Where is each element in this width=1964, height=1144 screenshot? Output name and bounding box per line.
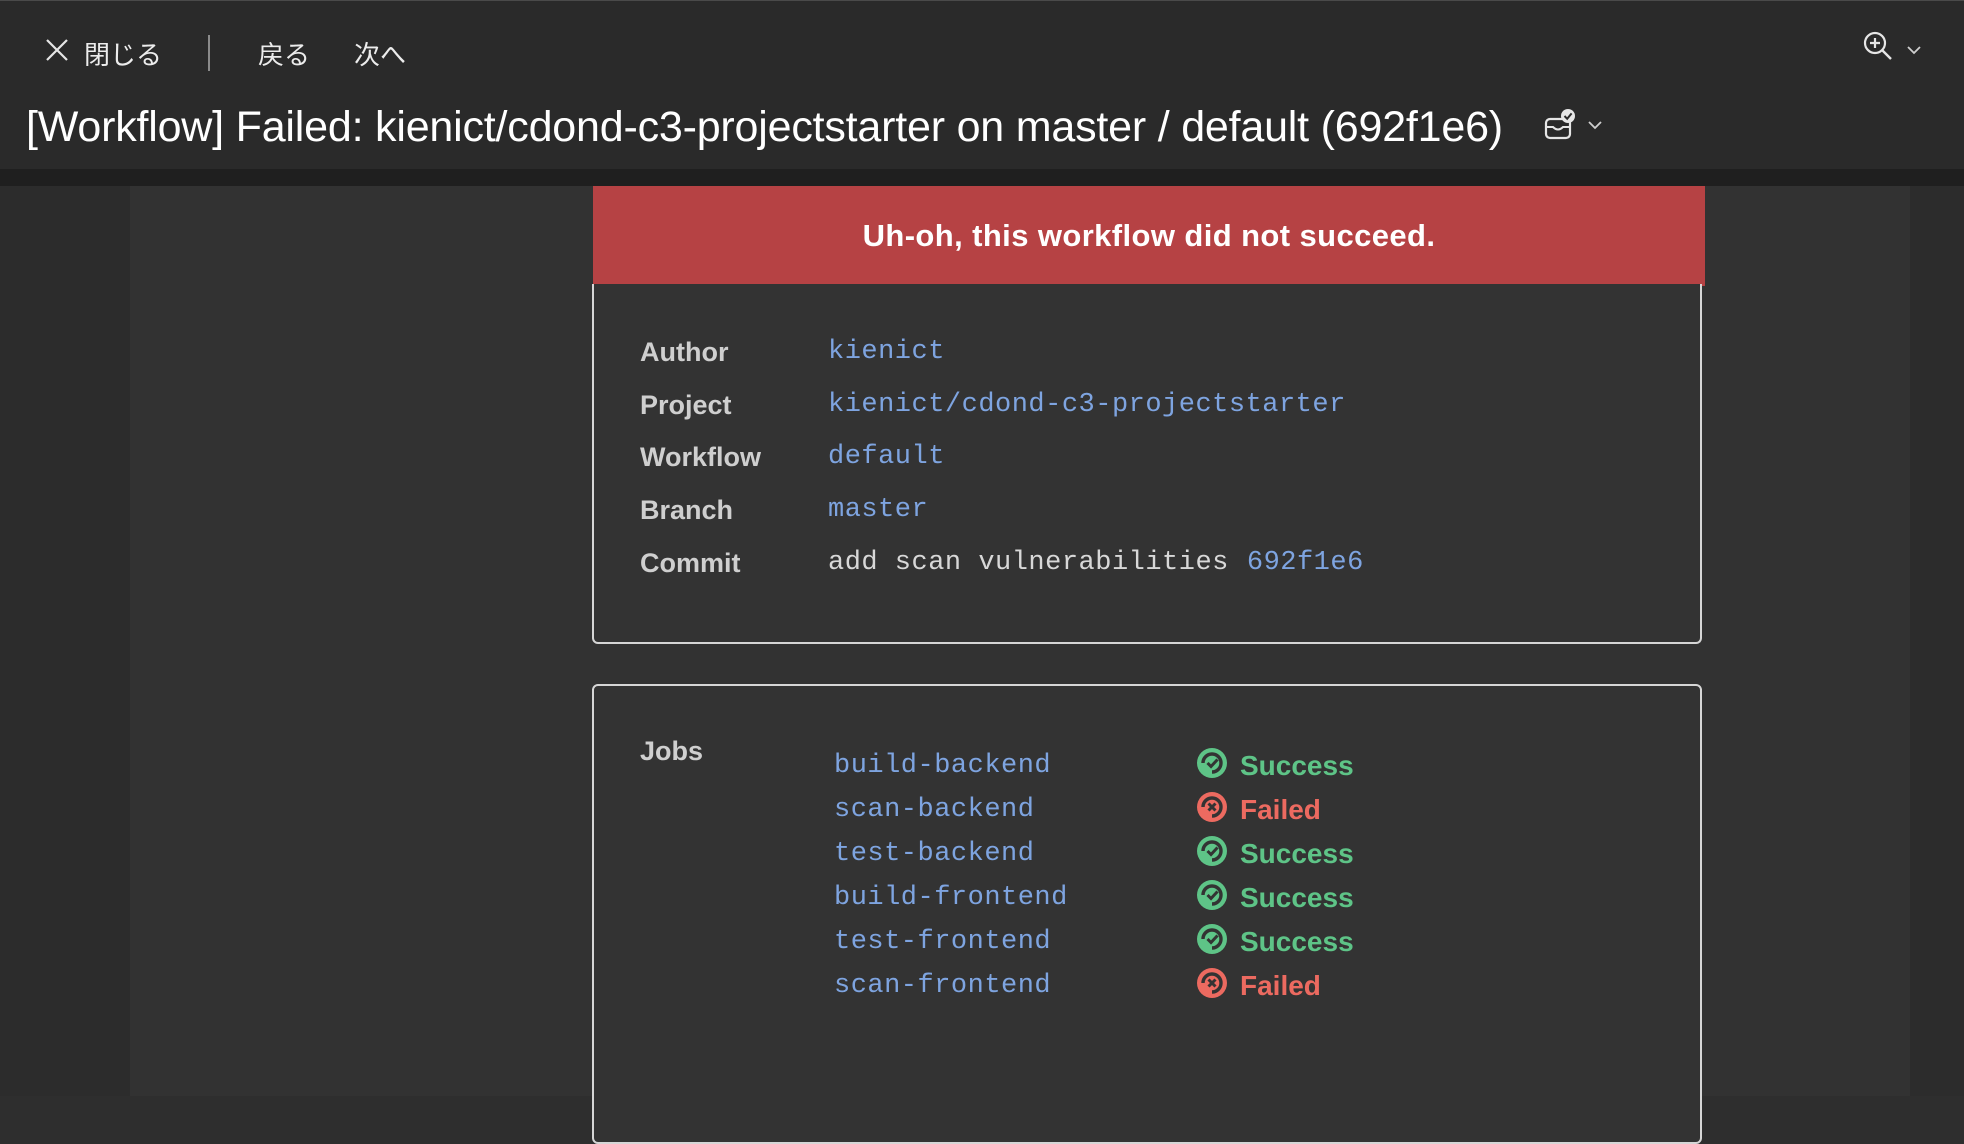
branch-link[interactable]: master — [828, 495, 928, 525]
jobs-label: Jobs — [640, 736, 704, 766]
success-icon — [1196, 747, 1240, 786]
job-link[interactable]: build-frontend — [834, 883, 1196, 913]
project-link[interactable]: kienict/cdond-c3-projectstarter — [828, 390, 1346, 420]
job-status-label: Failed — [1240, 794, 1321, 825]
workflow-link[interactable]: default — [828, 442, 945, 472]
toolbar-divider — [208, 35, 210, 71]
job-link[interactable]: test-backend — [834, 839, 1196, 869]
job-link[interactable]: scan-frontend — [834, 971, 1196, 1001]
zoom-button[interactable] — [1862, 27, 1922, 71]
success-icon — [1196, 835, 1240, 874]
jobs-card: Jobs build-backend Success scan-backend … — [592, 684, 1702, 1144]
flag-button[interactable] — [1543, 108, 1603, 147]
job-status: Success — [1196, 923, 1354, 962]
job-link[interactable]: test-frontend — [834, 927, 1196, 957]
job-status-label: Success — [1240, 882, 1354, 913]
author-label: Author — [640, 336, 729, 367]
job-row: test-frontend Success — [834, 920, 1354, 964]
author-link[interactable]: kienict — [828, 337, 945, 367]
branch-row: Branch master — [640, 488, 928, 532]
job-status: Success — [1196, 747, 1354, 786]
job-status: Failed — [1196, 967, 1321, 1006]
header-shadow — [0, 169, 1964, 187]
job-status: Failed — [1196, 791, 1321, 830]
failure-banner: Uh-oh, this workflow did not succeed. — [593, 186, 1705, 286]
commit-hash-link[interactable]: 692f1e6 — [1247, 548, 1364, 578]
next-button[interactable]: 次へ — [354, 31, 406, 75]
job-status-label: Success — [1240, 838, 1354, 869]
subject-row: [Workflow] Failed: kienict/cdond-c3-proj… — [26, 97, 1603, 157]
job-row: build-backend Success — [834, 744, 1354, 788]
workflow-details-card: Author kienict Project kienict/cdond-c3-… — [592, 284, 1702, 644]
chevron-down-icon — [1906, 34, 1922, 65]
job-status-label: Failed — [1240, 970, 1321, 1001]
project-label: Project — [640, 389, 732, 420]
failed-icon — [1196, 967, 1240, 1006]
failed-icon — [1196, 791, 1240, 830]
close-icon — [44, 37, 84, 70]
workflow-label: Workflow — [640, 441, 761, 472]
job-row: test-backend Success — [834, 832, 1354, 876]
job-row: scan-backend Failed — [834, 788, 1321, 832]
project-row: Project kienict/cdond-c3-projectstarter — [640, 383, 1346, 427]
email-body: Uh-oh, this workflow did not succeed. Au… — [0, 186, 1964, 1144]
branch-label: Branch — [640, 494, 734, 525]
job-row: scan-frontend Failed — [834, 964, 1321, 1008]
email-subject: [Workflow] Failed: kienict/cdond-c3-proj… — [26, 102, 1503, 151]
job-status: Success — [1196, 835, 1354, 874]
job-status-label: Success — [1240, 750, 1354, 781]
commit-row: Commit add scan vulnerabilities 692f1e6 — [640, 541, 1364, 585]
close-button[interactable]: 閉じる — [44, 31, 162, 75]
author-row: Author kienict — [640, 330, 945, 374]
close-label: 閉じる — [84, 39, 163, 70]
job-link[interactable]: scan-backend — [834, 795, 1196, 825]
workflow-row: Workflow default — [640, 435, 945, 479]
job-row: build-frontend Success — [834, 876, 1354, 920]
toolbar: 閉じる 戻る 次へ — [0, 1, 1964, 101]
job-link[interactable]: build-backend — [834, 751, 1196, 781]
reader-header: 閉じる 戻る 次へ [Workflow] Failed: kienict/cdo… — [0, 0, 1964, 187]
success-icon — [1196, 879, 1240, 918]
email-canvas: Uh-oh, this workflow did not succeed. Au… — [130, 186, 1910, 1144]
commit-label: Commit — [640, 547, 741, 578]
chevron-down-icon — [1587, 117, 1603, 138]
commit-message: add scan vulnerabilities — [828, 548, 1229, 578]
zoom-in-icon — [1862, 30, 1894, 69]
job-status: Success — [1196, 879, 1354, 918]
job-status-label: Success — [1240, 926, 1354, 957]
success-icon — [1196, 923, 1240, 962]
flag-icon — [1543, 108, 1577, 147]
back-button[interactable]: 戻る — [258, 31, 310, 75]
